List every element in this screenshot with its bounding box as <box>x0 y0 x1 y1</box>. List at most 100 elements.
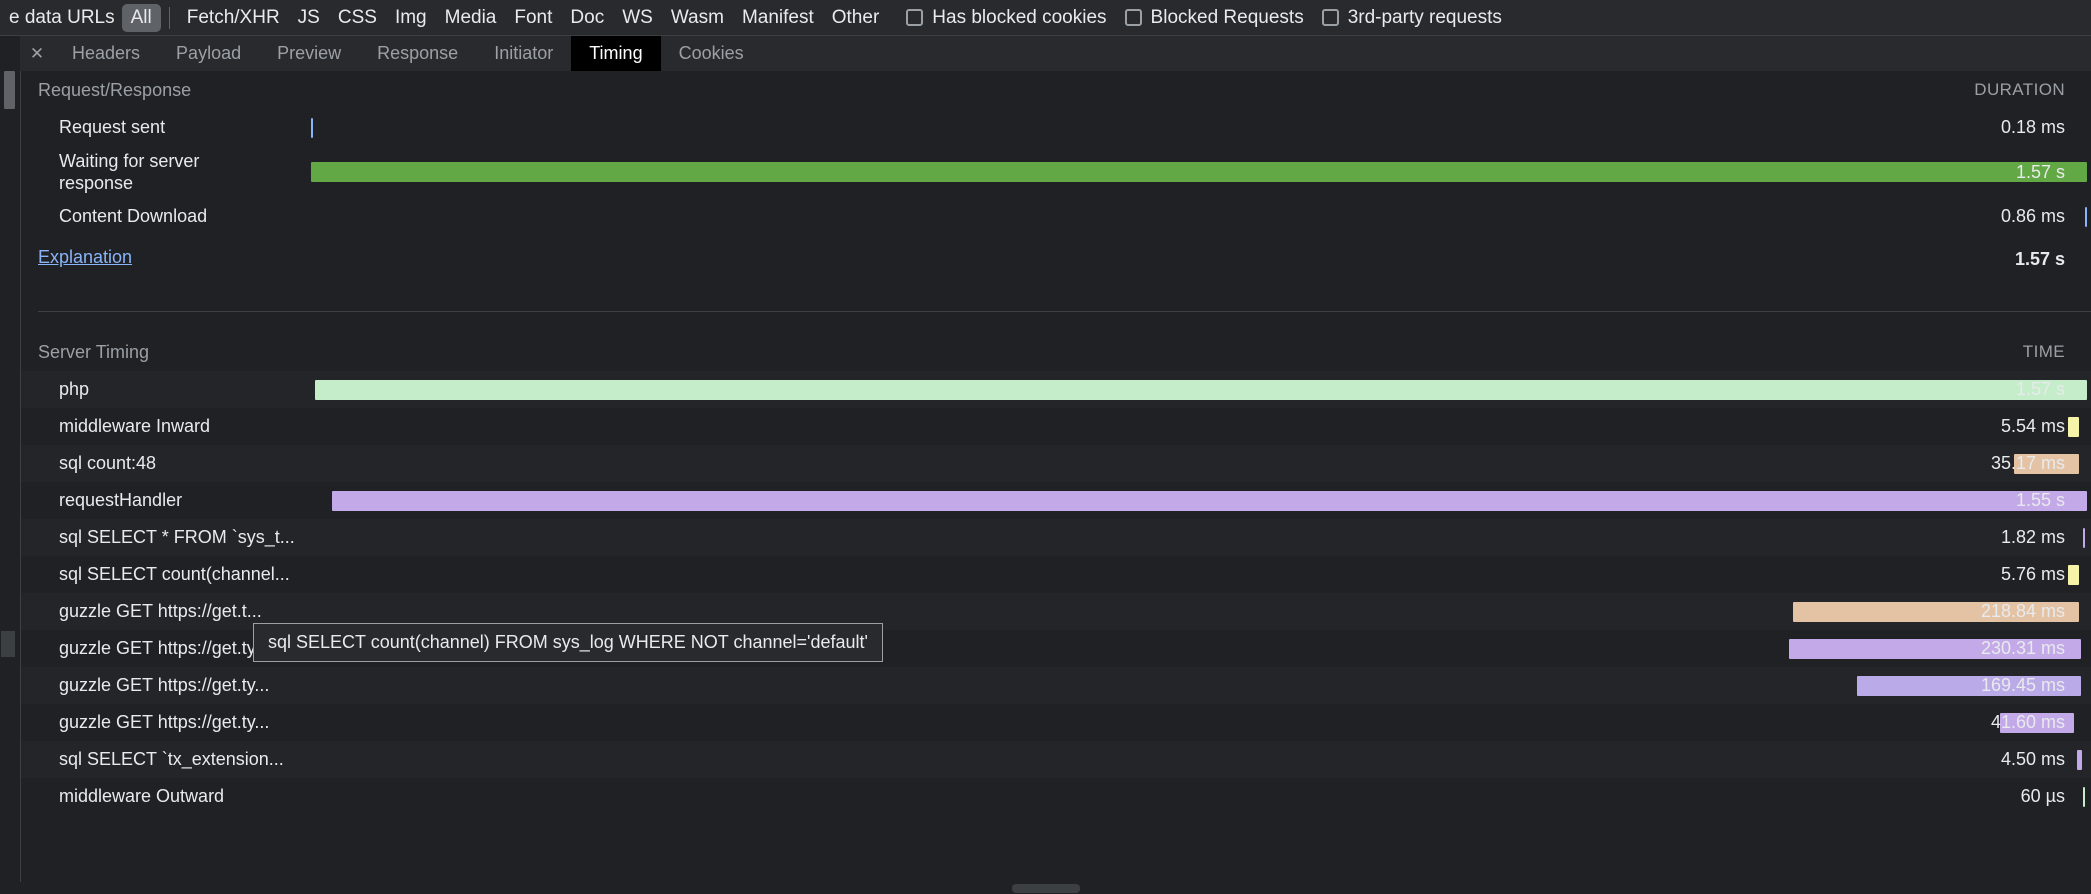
server-timing-row-sql-select-sys-t[interactable]: sql SELECT * FROM `sys_t... 1.82 ms <box>21 519 2091 556</box>
has-blocked-cookies-checkbox[interactable]: Has blocked cookies <box>906 6 1107 29</box>
server-timing-row-middleware-inward[interactable]: middleware Inward 5.54 ms <box>21 408 2091 445</box>
row-label: sql count:48 <box>59 453 157 474</box>
drawer-resize-handle[interactable] <box>1011 884 1080 893</box>
server-timing-section-header: Server Timing TIME <box>21 333 2091 371</box>
tab-cookies[interactable]: Cookies <box>661 36 762 71</box>
scrollbar-thumb[interactable] <box>4 71 15 109</box>
filter-type-css[interactable]: CSS <box>329 4 386 32</box>
filter-type-ws[interactable]: WS <box>613 4 662 32</box>
timing-bar <box>310 162 2087 182</box>
row-time: 5.76 ms <box>2000 564 2065 584</box>
timing-row-request-sent[interactable]: Request sent 0.18 ms <box>21 109 2091 146</box>
filter-type-wasm[interactable]: Wasm <box>662 4 733 32</box>
timing-bar <box>2082 786 2085 807</box>
row-time: 41.60 ms <box>1990 712 2065 732</box>
server-timing-row-request-handler[interactable]: requestHandler 1.55 s <box>21 482 2091 519</box>
explanation-row: Explanation 1.57 s <box>21 235 2091 289</box>
duration-column-header: DURATION <box>1974 80 2065 99</box>
row-label: Waiting for server response <box>59 150 200 194</box>
server-timing-row-sql-count[interactable]: sql count:48 35.17 ms <box>21 445 2091 482</box>
row-label: guzzle GET https://get.t... <box>59 601 262 622</box>
timing-panel-body: Request/Response DURATION Request sent 0… <box>0 71 2091 894</box>
filter-type-fetch-xhr[interactable]: Fetch/XHR <box>178 4 289 32</box>
timing-row-waiting-for-server-response[interactable]: Waiting for server response 1.57 s <box>21 146 2091 198</box>
row-time: 60 µs <box>2020 786 2065 806</box>
timing-content: Request/Response DURATION Request sent 0… <box>20 71 2091 894</box>
timing-bar <box>2068 416 2079 437</box>
timing-bar <box>2068 564 2079 585</box>
row-label: guzzle GET https://get.ty... <box>59 638 270 659</box>
row-label: guzzle GET https://get.ty... <box>59 712 270 733</box>
filter-type-js[interactable]: JS <box>289 4 329 32</box>
checkbox-icon[interactable] <box>1321 9 1339 26</box>
blocked-requests-label: Blocked Requests <box>1150 6 1304 28</box>
timing-bar <box>2084 206 2087 227</box>
blocked-requests-checkbox[interactable]: Blocked Requests <box>1124 6 1304 29</box>
filter-type-manifest[interactable]: Manifest <box>733 4 823 32</box>
explanation-link[interactable]: Explanation <box>38 247 132 268</box>
time-column-header: TIME <box>2022 342 2065 361</box>
row-time: 5.54 ms <box>2000 416 2065 436</box>
filter-type-doc[interactable]: Doc <box>561 4 613 32</box>
tab-headers[interactable]: Headers <box>54 36 158 71</box>
server-timing-row-middleware-outward[interactable]: middleware Outward 60 µs <box>21 778 2091 815</box>
tab-response[interactable]: Response <box>359 36 476 71</box>
tab-initiator[interactable]: Initiator <box>476 36 571 71</box>
filter-separator <box>168 6 170 29</box>
row-time: 1.82 ms <box>2000 527 2065 547</box>
timing-bar <box>310 117 313 138</box>
section-gap <box>21 289 2091 333</box>
row-label: sql SELECT `tx_extension... <box>59 749 284 770</box>
request-response-section-header: Request/Response DURATION <box>21 71 2091 109</box>
row-label: requestHandler <box>59 490 183 511</box>
timing-bar <box>314 379 2087 400</box>
server-timing-row-guzzle-3[interactable]: guzzle GET https://get.ty... 169.45 ms <box>21 667 2091 704</box>
row-duration: 1.57 s <box>2015 161 2065 182</box>
filter-type-all[interactable]: All <box>121 3 161 32</box>
server-timing-row-php[interactable]: php 1.57 s <box>21 371 2091 408</box>
server-timing-row-sql-select-count-channel[interactable]: sql SELECT count(channel... 5.76 ms <box>21 556 2091 593</box>
tab-bar-left-gutter <box>0 36 20 71</box>
left-edge-marker <box>1 631 15 657</box>
row-label: sql SELECT * FROM `sys_t... <box>59 527 295 548</box>
checkbox-icon[interactable] <box>906 9 924 26</box>
checkbox-icon[interactable] <box>1124 9 1142 26</box>
row-time: 35.17 ms <box>1990 453 2065 473</box>
timing-bar <box>2082 527 2085 548</box>
tab-preview[interactable]: Preview <box>259 36 359 71</box>
row-duration: 0.18 ms <box>2000 117 2065 137</box>
row-label: php <box>59 379 90 400</box>
row-label: middleware Outward <box>59 786 225 807</box>
row-duration: 0.86 ms <box>2000 206 2065 226</box>
third-party-requests-label: 3rd-party requests <box>1347 6 1502 28</box>
close-icon[interactable]: ✕ <box>20 36 54 71</box>
timing-bar <box>331 490 2087 511</box>
third-party-requests-checkbox[interactable]: 3rd-party requests <box>1321 6 1502 29</box>
total-duration: 1.57 s <box>2014 249 2065 269</box>
timing-row-tooltip: sql SELECT count(channel) FROM sys_log W… <box>253 623 883 662</box>
filter-type-font[interactable]: Font <box>505 4 561 32</box>
server-timing-title: Server Timing <box>38 341 150 362</box>
request-response-title: Request/Response <box>38 79 192 100</box>
tab-payload[interactable]: Payload <box>158 36 259 71</box>
vertical-scrollbar[interactable] <box>4 71 15 894</box>
row-label: Content Download <box>59 206 208 227</box>
server-timing-row-guzzle-4[interactable]: guzzle GET https://get.ty... 41.60 ms <box>21 704 2091 741</box>
filter-prefix-label: e data URLs <box>9 6 115 28</box>
row-label: Request sent <box>59 117 166 138</box>
row-time: 218.84 ms <box>1980 601 2065 621</box>
devtools-network-timing-panel: e data URLs All Fetch/XHR JS CSS Img Med… <box>0 0 2091 894</box>
tab-timing[interactable]: Timing <box>571 36 661 71</box>
row-time: 230.31 ms <box>1980 638 2065 658</box>
row-label: sql SELECT count(channel... <box>59 564 290 585</box>
row-label: guzzle GET https://get.ty... <box>59 675 270 696</box>
bottom-strip <box>0 882 2091 894</box>
has-blocked-cookies-label: Has blocked cookies <box>932 6 1107 28</box>
filter-type-other[interactable]: Other <box>823 4 889 32</box>
timing-row-content-download[interactable]: Content Download 0.86 ms <box>21 198 2091 235</box>
server-timing-row-sql-select-tx-extension[interactable]: sql SELECT `tx_extension... 4.50 ms <box>21 741 2091 778</box>
filter-type-img[interactable]: Img <box>386 4 436 32</box>
filter-type-media[interactable]: Media <box>436 4 506 32</box>
section-divider <box>38 311 2091 312</box>
row-time: 1.55 s <box>2015 490 2065 510</box>
